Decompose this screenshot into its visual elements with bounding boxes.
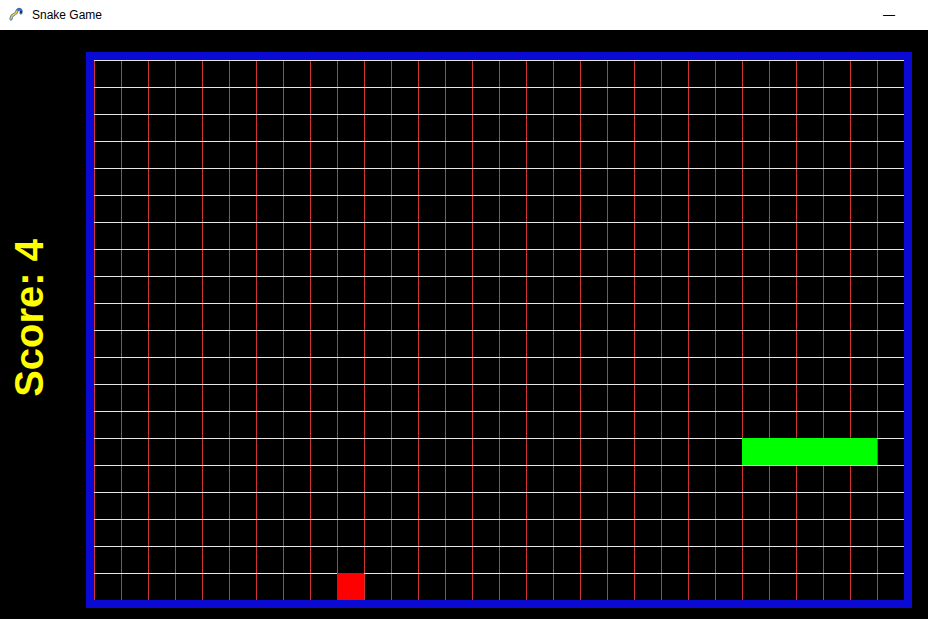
snake-segment xyxy=(742,438,769,465)
game-board xyxy=(94,60,904,600)
window-title: Snake Game xyxy=(32,8,102,22)
score-panel: Score: 4 xyxy=(0,30,86,619)
snake-logo-icon xyxy=(8,7,24,23)
score-label: Score: 4 xyxy=(8,239,50,397)
title-bar: Snake Game — xyxy=(0,0,928,30)
game-area: Score: 4 xyxy=(0,30,928,619)
snake-segment xyxy=(769,438,796,465)
board-border xyxy=(86,52,912,608)
minimize-button[interactable]: — xyxy=(866,9,912,21)
food xyxy=(337,573,364,600)
snake-segment xyxy=(823,438,850,465)
snake-segment xyxy=(850,438,877,465)
snake-segment xyxy=(796,438,823,465)
